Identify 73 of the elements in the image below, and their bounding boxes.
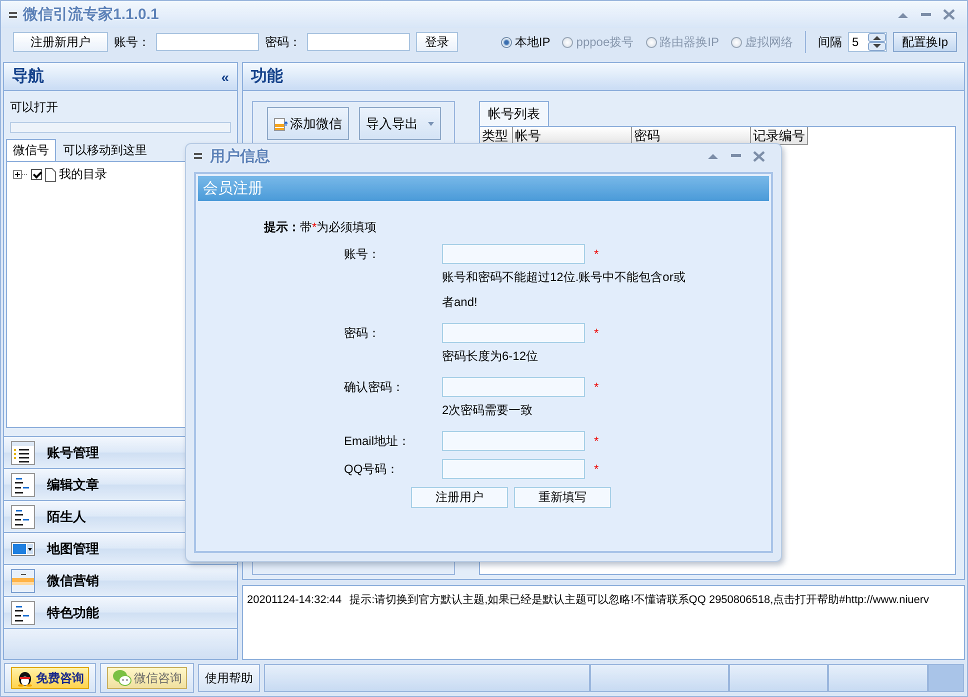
field-label: 密码：: [343, 324, 380, 342]
tab[interactable]: 可以移动到这里: [56, 139, 154, 161]
tab[interactable]: 帐号列表: [479, 101, 549, 126]
document-add-icon: [274, 116, 288, 132]
consult-button[interactable]: 微信咨询: [107, 667, 187, 689]
minimize-icon[interactable]: [921, 12, 931, 16]
form-button[interactable]: 注册用户: [411, 487, 508, 508]
collapse-button[interactable]: «: [221, 68, 229, 84]
tree-item[interactable]: 我的目录: [59, 166, 107, 183]
log-message: 提示:请切换到官方默认主题,如果已经是默认主题可以忽略!不懂请联系QQ 2950806518,点击打开帮助#http://www.niuerv: [350, 592, 930, 608]
field-note: 账号和密码不能超过12位.账号中不能包含or或者and!: [442, 269, 686, 311]
radio-label[interactable]: 本地IP: [514, 34, 550, 50]
plus-icon[interactable]: [13, 170, 28, 179]
status-text: 可以打开: [9, 99, 59, 116]
account-label: 账号：: [114, 34, 150, 50]
interval-spinner[interactable]: 5: [848, 32, 887, 52]
interval-label: 间隔: [818, 34, 842, 50]
form-button[interactable]: 重新填写: [514, 487, 611, 508]
field-label: 账号：: [343, 246, 380, 262]
input-field[interactable]: [442, 244, 585, 264]
dropdown-button[interactable]: 导入导出: [359, 107, 441, 140]
panel-title: 功能: [251, 66, 283, 87]
form-icon: [11, 504, 35, 528]
field-note: 密码长度为6-12位: [442, 348, 540, 365]
hint-text: 提示：带*为必须填项: [264, 220, 377, 234]
consult-button[interactable]: 免费咨询: [11, 667, 89, 689]
checkbox[interactable]: [31, 169, 42, 180]
close-icon[interactable]: [943, 9, 955, 20]
register-button[interactable]: 注册新用户: [13, 32, 108, 52]
panel-icon: [11, 568, 35, 592]
login-button[interactable]: 登录: [416, 32, 458, 52]
menu-icon[interactable]: [9, 12, 17, 18]
input-field[interactable]: [442, 431, 585, 451]
penguin-icon: [16, 669, 34, 687]
tab[interactable]: 微信号: [6, 139, 56, 161]
password-input[interactable]: [307, 33, 410, 51]
list-icon: [11, 440, 35, 464]
close-icon[interactable]: [753, 150, 765, 162]
menu-icon[interactable]: [194, 153, 202, 159]
dialog-title: 用户信息: [210, 146, 271, 166]
required-mark: *: [594, 380, 600, 394]
required-mark: *: [594, 434, 600, 448]
restore-icon[interactable]: [707, 152, 719, 160]
document-icon: [45, 168, 56, 182]
caret-icon: [428, 122, 434, 126]
config-ip-button[interactable]: 配置换Ip: [892, 32, 957, 52]
restore-icon[interactable]: [897, 10, 909, 18]
nav-item[interactable]: 特色功能: [4, 596, 237, 628]
input-field[interactable]: [442, 323, 585, 343]
panel-title: 导航: [12, 66, 44, 87]
form-header: 会员注册: [198, 176, 769, 201]
account-input[interactable]: [156, 33, 259, 51]
log-time: 20201124-14:32:44: [247, 593, 342, 608]
required-mark: *: [594, 247, 600, 261]
input-field[interactable]: [442, 377, 585, 397]
required-mark: *: [594, 326, 600, 340]
radio-button[interactable]: [500, 36, 512, 48]
field-note: 2次密码需要一致: [442, 402, 534, 419]
nav-item[interactable]: 微信营销: [4, 564, 237, 596]
password-label: 密码：: [265, 34, 301, 50]
field-label: Email地址：: [343, 432, 410, 450]
chat-bubbles-icon: [112, 669, 132, 687]
window-title: 微信引流专家1.1.0.1: [23, 5, 160, 24]
input-field[interactable]: [442, 459, 585, 479]
form-icon: [11, 472, 35, 496]
dropdown-icon: [11, 542, 35, 556]
field-label: QQ号码：: [343, 460, 399, 478]
field-label: 确认密码：: [343, 378, 404, 396]
required-mark: *: [594, 462, 600, 476]
add-button[interactable]: 添加微信: [267, 107, 349, 140]
help-button[interactable]: 使用帮助: [198, 664, 260, 692]
minimize-icon[interactable]: [731, 154, 741, 158]
form-icon: [11, 600, 35, 624]
